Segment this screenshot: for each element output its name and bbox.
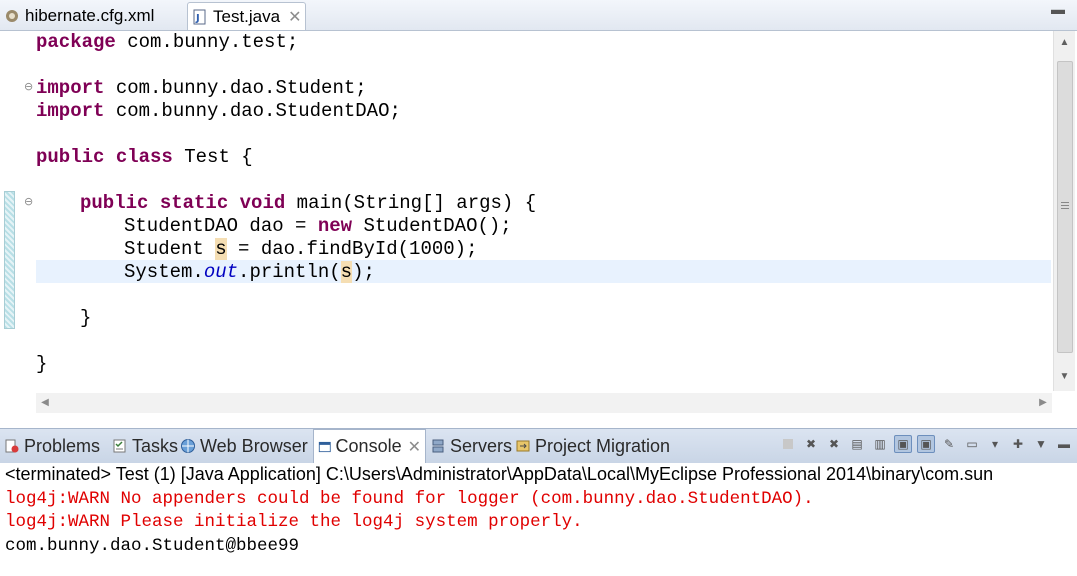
code-line-current: System.out.println(s); bbox=[124, 261, 375, 283]
tab-label: Project Migration bbox=[535, 435, 671, 456]
open-console-icon[interactable]: ✚ bbox=[1009, 435, 1027, 453]
console-line-error: log4j:WARN Please initialize the log4j s… bbox=[5, 512, 583, 532]
code-line: StudentDAO dao = new StudentDAO(); bbox=[124, 215, 512, 237]
view-tab-bar: Problems Tasks Web Browser Console ✕ Ser… bbox=[0, 428, 1077, 464]
tab-label: hibernate.cfg.xml bbox=[25, 6, 155, 25]
tab-hibernate-cfg[interactable]: hibernate.cfg.xml bbox=[4, 2, 154, 30]
chevron-down-icon[interactable]: ▾ bbox=[986, 435, 1004, 453]
fold-toggle-icon[interactable]: ⊖ bbox=[24, 196, 34, 207]
tasks-icon bbox=[113, 439, 126, 453]
vertical-scrollbar[interactable]: ▲ ▼ bbox=[1053, 31, 1075, 391]
code-line: } bbox=[36, 353, 48, 375]
console-process-title: <terminated> Test (1) [Java Application]… bbox=[5, 464, 994, 484]
code-line: package com.bunny.test; bbox=[36, 31, 299, 53]
pin-console-icon[interactable]: ✎ bbox=[940, 435, 958, 453]
scroll-down-icon[interactable]: ▼ bbox=[1054, 367, 1075, 387]
view-menu-icon[interactable]: ▼ bbox=[1032, 435, 1050, 453]
console-icon bbox=[318, 441, 331, 452]
show-on-stdout-icon[interactable]: ▣ bbox=[894, 435, 912, 453]
tab-console[interactable]: Console ✕ bbox=[313, 429, 426, 463]
clear-console-icon[interactable]: ▤ bbox=[848, 435, 866, 453]
display-console-icon[interactable]: ▭ bbox=[963, 435, 981, 453]
close-icon[interactable]: ✕ bbox=[288, 7, 301, 27]
tab-label: Web Browser bbox=[200, 435, 308, 456]
code-line: } bbox=[80, 307, 92, 329]
occurrence-highlight: s bbox=[215, 238, 227, 260]
code-line: public static void main(String[] args) { bbox=[80, 192, 537, 214]
console-toolbar: ✖ ✖ ▤ ▥ ▣ ▣ ✎ ▭ ▾ ✚ ▼ ▬ bbox=[779, 435, 1073, 453]
project-migration-icon bbox=[516, 440, 530, 452]
show-on-stderr-icon[interactable]: ▣ bbox=[917, 435, 935, 453]
code-line: public class Test { bbox=[36, 146, 253, 168]
editor-window-controls[interactable]: ▬ bbox=[1051, 1, 1071, 17]
code-line: import com.bunny.dao.Student; bbox=[36, 77, 367, 99]
xml-file-icon bbox=[6, 10, 18, 22]
minimize-icon[interactable]: ▬ bbox=[1051, 1, 1071, 17]
tab-servers[interactable]: Servers bbox=[430, 429, 512, 463]
console-line-output: com.bunny.dao.Student@bbee99 bbox=[5, 536, 300, 556]
tab-project-migration[interactable]: Project Migration bbox=[515, 429, 670, 463]
java-file-icon: J bbox=[193, 9, 206, 24]
code-line: import com.bunny.dao.StudentDAO; bbox=[36, 100, 401, 122]
tab-test-java[interactable]: J Test.java ✕ bbox=[187, 2, 306, 30]
change-ruler bbox=[4, 191, 15, 329]
tab-label: Servers bbox=[450, 435, 513, 456]
close-icon[interactable]: ✕ bbox=[408, 437, 421, 457]
grip-icon bbox=[1061, 202, 1069, 211]
occurrence-highlight: s bbox=[340, 261, 353, 283]
editor-tab-bar: hibernate.cfg.xml J Test.java ✕ ▬ bbox=[0, 0, 1077, 31]
remove-all-terminated-icon[interactable]: ✖ bbox=[825, 435, 843, 453]
tab-problems[interactable]: Problems bbox=[4, 429, 100, 463]
tab-label: Test.java bbox=[213, 6, 281, 26]
scroll-left-icon[interactable]: ◀ bbox=[36, 393, 54, 413]
code-editor[interactable]: ⊖ ⊖ package com.bunny.test; import com.b… bbox=[0, 31, 1077, 420]
tab-tasks[interactable]: Tasks bbox=[112, 429, 178, 463]
scrollbar-thumb[interactable] bbox=[1057, 61, 1073, 353]
code-line: Student s = dao.findById(1000); bbox=[124, 238, 478, 260]
terminate-icon[interactable] bbox=[779, 435, 797, 453]
minimize-icon[interactable]: ▬ bbox=[1055, 435, 1073, 453]
servers-icon bbox=[432, 439, 444, 453]
scroll-up-icon[interactable]: ▲ bbox=[1054, 33, 1075, 53]
tab-label: Console bbox=[335, 436, 402, 456]
tab-label: Tasks bbox=[132, 435, 179, 456]
fold-toggle-icon[interactable]: ⊖ bbox=[24, 81, 34, 92]
console-output[interactable]: <terminated> Test (1) [Java Application]… bbox=[0, 463, 1077, 576]
problems-icon bbox=[5, 439, 19, 453]
tab-web-browser[interactable]: Web Browser bbox=[180, 429, 308, 463]
scroll-lock-icon[interactable]: ▥ bbox=[871, 435, 889, 453]
console-line-error: log4j:WARN No appenders could be found f… bbox=[5, 489, 814, 509]
tab-label: Problems bbox=[24, 435, 101, 456]
web-browser-icon bbox=[181, 439, 195, 453]
remove-launch-icon[interactable]: ✖ bbox=[802, 435, 820, 453]
svg-text:J: J bbox=[195, 13, 200, 24]
horizontal-scrollbar[interactable]: ◀ ▶ bbox=[36, 393, 1052, 413]
scroll-right-icon[interactable]: ▶ bbox=[1034, 393, 1052, 413]
